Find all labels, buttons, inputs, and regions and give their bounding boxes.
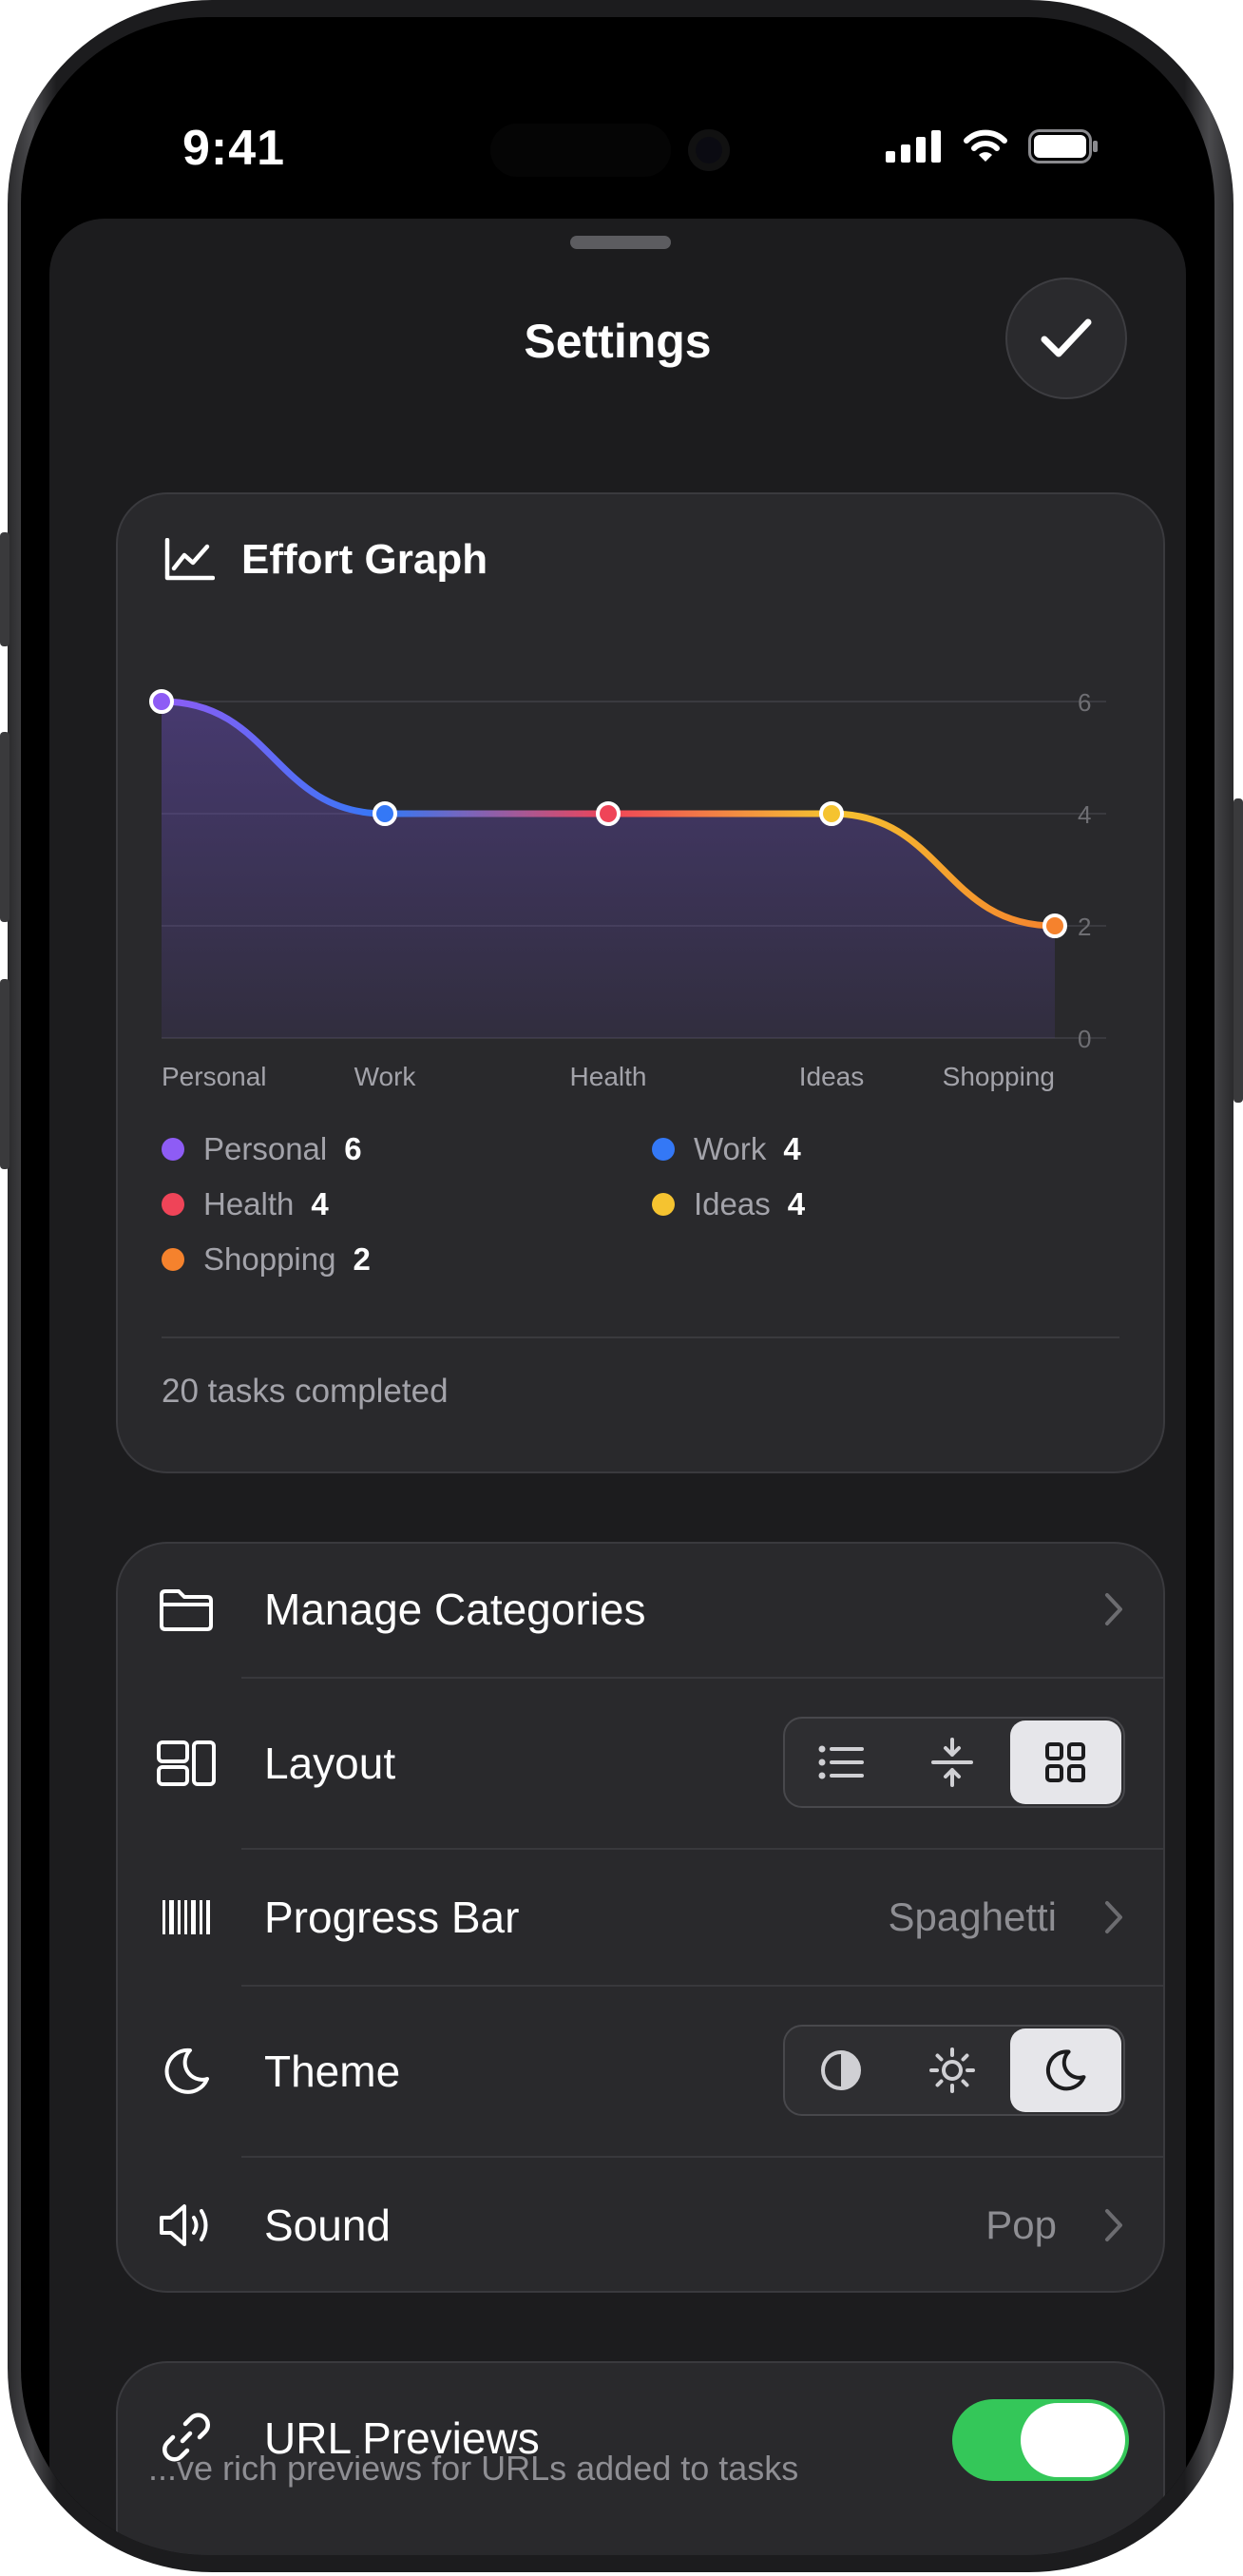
y-tick-label: 6 xyxy=(1078,688,1091,717)
manage-categories-row[interactable]: Manage Categories xyxy=(118,1544,1163,1677)
sound-value: Pop xyxy=(985,2202,1057,2247)
island-sensor xyxy=(490,124,671,177)
volume-down-button xyxy=(0,979,10,1169)
sound-label: Sound xyxy=(264,2201,392,2250)
legend-item: Personal 6 xyxy=(162,1131,362,1167)
legend-name: Ideas xyxy=(694,1186,771,1221)
x-tick-label: Health xyxy=(570,1062,647,1091)
layout-option-compact[interactable] xyxy=(896,1719,1007,1806)
status-indicators xyxy=(886,129,1100,163)
theme-option-light[interactable] xyxy=(896,2027,1007,2114)
divider xyxy=(162,1336,1119,1338)
theme-row: Theme xyxy=(118,1987,1163,2156)
wifi-icon xyxy=(964,129,1007,162)
legend-dot xyxy=(162,1248,184,1271)
checkmark-icon xyxy=(1041,318,1092,357)
y-tick-label: 4 xyxy=(1078,800,1091,829)
legend-value: 6 xyxy=(344,1131,362,1166)
progress-bar-value: Spaghetti xyxy=(888,1894,1057,1939)
settings-list: Manage Categories Layout Progress Bar Sp… xyxy=(116,1542,1165,2293)
chevron-right-icon xyxy=(1105,1901,1122,1933)
layout-option-list[interactable] xyxy=(785,1719,896,1806)
front-camera xyxy=(688,129,730,171)
legend-dot xyxy=(162,1193,184,1216)
effort-chart: 0 2 4 6 Personal Work Health Ideas Shopping xyxy=(149,688,1106,1091)
effort-graph-card: Effort Graph 0 2 4 6 Personal Work Healt… xyxy=(116,492,1165,1473)
folder-icon xyxy=(156,1580,217,1641)
layout-label: Layout xyxy=(264,1739,396,1788)
moon-icon xyxy=(156,2041,217,2102)
barcode-icon xyxy=(156,1887,217,1948)
data-point xyxy=(1042,913,1067,938)
power-button xyxy=(1233,798,1243,1103)
action-button xyxy=(0,532,10,646)
legend-value: 4 xyxy=(783,1131,801,1166)
legend-name: Personal xyxy=(203,1131,328,1166)
sheet-grabber[interactable] xyxy=(570,236,671,249)
data-point xyxy=(373,801,397,826)
list-icon xyxy=(818,1745,864,1779)
theme-option-dark[interactable] xyxy=(1009,2028,1121,2112)
chevron-right-icon xyxy=(1105,1593,1122,1625)
grid-icon xyxy=(1045,1742,1086,1782)
chart-area xyxy=(162,702,1055,1038)
legend-value: 4 xyxy=(311,1186,329,1221)
manage-categories-label: Manage Categories xyxy=(264,1585,646,1634)
sun-icon xyxy=(928,2047,975,2093)
data-point xyxy=(596,801,621,826)
auto-contrast-icon xyxy=(820,2050,861,2090)
legend-item: Health 4 xyxy=(162,1186,329,1222)
area-fill xyxy=(162,702,1055,1038)
compact-icon xyxy=(930,1738,973,1787)
data-point xyxy=(819,801,844,826)
legend-value: 4 xyxy=(787,1186,806,1221)
legend-name: Health xyxy=(203,1186,295,1221)
layout-row: Layout xyxy=(118,1679,1163,1848)
data-point xyxy=(149,689,174,714)
theme-segmented-control xyxy=(783,2025,1125,2116)
layout-icon xyxy=(156,1733,217,1794)
chart-x-ticks: Personal Work Health Ideas Shopping xyxy=(162,1062,1055,1091)
sound-row[interactable]: Sound Pop xyxy=(118,2158,1163,2293)
dynamic-island xyxy=(464,105,770,196)
x-tick-label: Shopping xyxy=(943,1062,1055,1091)
legend-value: 2 xyxy=(353,1241,371,1277)
legend-name: Work xyxy=(694,1131,767,1166)
settings-sheet: Settings Effort Graph 0 2 4 6 Personal W… xyxy=(49,219,1186,2555)
x-tick-label: Ideas xyxy=(799,1062,865,1091)
legend-item: Work 4 xyxy=(652,1131,801,1167)
legend-item: Ideas 4 xyxy=(652,1186,805,1222)
layout-segmented-control xyxy=(783,1717,1125,1808)
volume-up-button xyxy=(0,732,10,922)
progress-bar-label: Progress Bar xyxy=(264,1893,520,1942)
layout-option-grid[interactable] xyxy=(1009,1721,1121,1804)
chart-y-ticks: 0 2 4 6 xyxy=(1078,688,1091,1053)
theme-label: Theme xyxy=(264,2047,401,2096)
screen: 9:41 Settings Effort Graph 0 2 4 6 Perso… xyxy=(21,17,1214,2555)
legend-dot xyxy=(652,1193,675,1216)
toggle-knob xyxy=(1021,2403,1125,2477)
theme-option-auto[interactable] xyxy=(785,2027,896,2114)
url-previews-description: ...ve rich previews for URLs added to ta… xyxy=(148,2449,799,2488)
url-previews-toggle[interactable] xyxy=(952,2399,1129,2481)
x-tick-label: Personal xyxy=(162,1062,267,1091)
tasks-completed: 20 tasks completed xyxy=(162,1373,449,1410)
y-tick-label: 0 xyxy=(1078,1025,1091,1053)
done-button[interactable] xyxy=(1005,278,1127,399)
y-tick-label: 2 xyxy=(1078,913,1091,941)
cellular-signal-icon xyxy=(886,130,941,163)
status-time: 9:41 xyxy=(182,121,286,176)
battery-icon xyxy=(1028,129,1098,163)
moon-icon xyxy=(1046,2049,1086,2091)
legend-name: Shopping xyxy=(203,1241,336,1277)
legend-dot xyxy=(162,1138,184,1161)
legend-item: Shopping 2 xyxy=(162,1241,371,1278)
legend-dot xyxy=(652,1138,675,1161)
speaker-icon xyxy=(156,2195,217,2256)
x-tick-label: Work xyxy=(354,1062,417,1091)
progress-bar-row[interactable]: Progress Bar Spaghetti xyxy=(118,1850,1163,1985)
chevron-right-icon xyxy=(1105,2209,1122,2241)
